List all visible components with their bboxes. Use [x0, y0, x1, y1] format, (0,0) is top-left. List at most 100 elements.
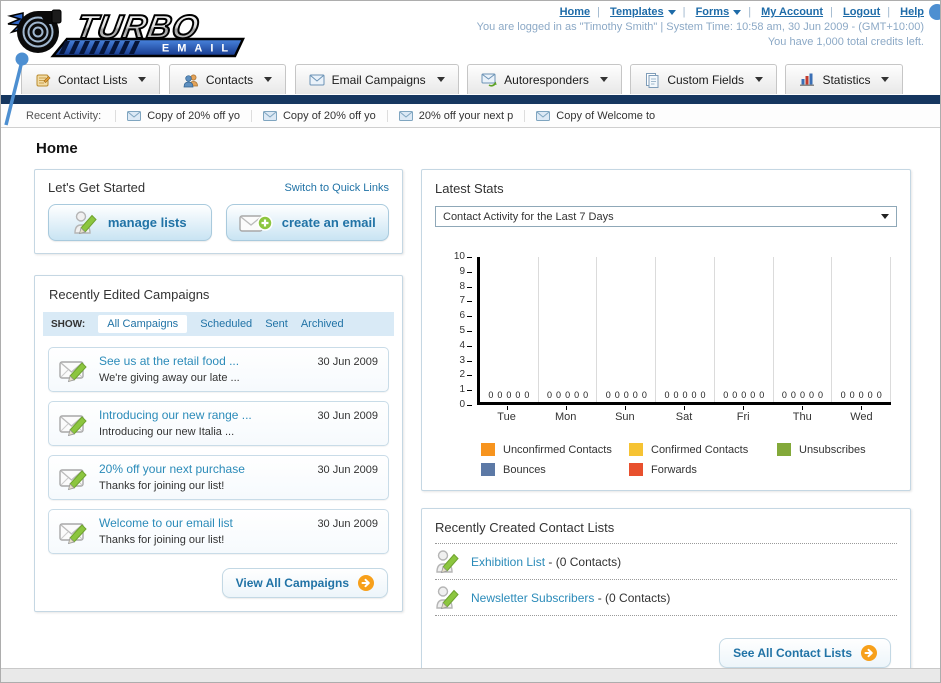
campaigns-filter-bar: SHOW: All Campaigns Scheduled Sent Archi… [43, 312, 394, 336]
campaign-title-link[interactable]: See us at the retail food ... [99, 354, 239, 368]
latest-stats-panel: Latest Stats Contact Activity for the La… [421, 169, 911, 491]
create-email-label: create an email [281, 215, 376, 230]
person-pencil-icon [435, 549, 461, 574]
nav-home-link[interactable]: Home [560, 6, 591, 18]
credits-text: You have 1,000 total credits left. [767, 36, 924, 48]
recent-activity-text: Copy of 20% off yo [147, 109, 240, 122]
recent-activity-item[interactable]: Copy of 20% off yo [115, 109, 251, 122]
get-started-panel: Let's Get Started Switch to Quick Links … [34, 169, 403, 254]
footer-strip [1, 668, 940, 682]
dropdown-arrow-icon [733, 9, 742, 15]
legend-item: Unsubscribes [777, 443, 925, 456]
app-window: TURBO EMAIL Home Templates Forms My Acco… [0, 0, 941, 683]
campaign-subtitle: Introducing our new Italia ... [99, 426, 235, 438]
legend-item: Bounces [481, 463, 629, 476]
campaign-date: 30 Jun 2009 [317, 518, 378, 530]
filter-sent[interactable]: Sent [265, 318, 288, 330]
main-tab-bar: Contact Lists Contacts Email Campaigns A… [1, 64, 940, 95]
campaign-row[interactable]: Welcome to our email list Thanks for joi… [48, 509, 389, 554]
nav-help-link[interactable]: Help [900, 6, 924, 18]
statistics-icon [799, 72, 815, 87]
see-all-contact-lists-button[interactable]: See All Contact Lists [719, 638, 891, 668]
campaign-date: 30 Jun 2009 [317, 464, 378, 476]
see-all-contact-lists-label: See All Contact Lists [733, 646, 852, 660]
get-started-title: Let's Get Started [48, 180, 146, 195]
campaigns-title: Recently Edited Campaigns [49, 287, 210, 302]
campaign-row[interactable]: Introducing our new range ... Introducin… [48, 401, 389, 446]
dropdown-arrow-icon [138, 77, 147, 82]
chart-day-group: 00000 [774, 257, 833, 402]
tab-autoresponders[interactable]: Autoresponders [467, 64, 622, 94]
create-email-button[interactable]: create an email [225, 204, 389, 241]
campaign-subtitle: Thanks for joining our list! [99, 534, 225, 546]
nav-forms-link[interactable]: Forms [696, 6, 730, 18]
nav-my-account-link[interactable]: My Account [761, 6, 823, 18]
envelope-pencil-icon [59, 519, 89, 545]
view-all-campaigns-label: View All Campaigns [235, 576, 349, 590]
switch-to-quick-links[interactable]: Switch to Quick Links [284, 182, 389, 194]
campaign-title-link[interactable]: 20% off your next purchase [99, 462, 245, 476]
chart-day-group: 00000 [715, 257, 774, 402]
navy-divider-bar [1, 95, 940, 104]
latest-stats-title: Latest Stats [435, 181, 504, 196]
campaign-date: 30 Jun 2009 [317, 410, 378, 422]
custom-fields-icon [644, 72, 660, 88]
filter-archived[interactable]: Archived [301, 318, 344, 330]
chart-day-group: 00000 [656, 257, 715, 402]
stats-period-select[interactable]: Contact Activity for the Last 7 Days [435, 206, 897, 227]
view-all-campaigns-button[interactable]: View All Campaigns [221, 568, 388, 598]
person-pencil-icon [435, 585, 461, 610]
envelope-icon [398, 110, 413, 121]
contact-lists-icon [35, 72, 51, 88]
filter-scheduled[interactable]: Scheduled [200, 318, 252, 330]
nav-logout-link[interactable]: Logout [843, 6, 880, 18]
envelope-icon [262, 110, 277, 121]
filter-all-campaigns[interactable]: All Campaigns [98, 315, 188, 333]
tab-contact-lists[interactable]: Contact Lists [21, 64, 161, 94]
chart-y-ticks: 0 1 2 3 4 5 6 7 8 9 10 [453, 251, 473, 410]
tab-label: Custom Fields [667, 72, 745, 87]
chart-x-tick-label: Mon [536, 406, 595, 423]
contact-list-row[interactable]: Exhibition List - (0 Contacts) [435, 544, 897, 580]
recent-activity-label: Recent Activity: [26, 109, 102, 122]
tab-custom-fields[interactable]: Custom Fields [630, 64, 778, 94]
nav-templates-link[interactable]: Templates [610, 6, 664, 18]
chart-day-group: 00000 [480, 257, 539, 402]
recent-activity-item[interactable]: Copy of 20% off yo [250, 109, 387, 122]
header: TURBO EMAIL Home Templates Forms My Acco… [1, 1, 940, 64]
tab-label: Contacts [205, 72, 254, 87]
campaign-title-link[interactable]: Welcome to our email list [99, 516, 233, 530]
contact-activity-chart: 0 1 2 3 4 5 6 7 8 9 10 000000000000000000000000000… [454, 252, 892, 476]
campaign-row[interactable]: 20% off your next purchase Thanks for jo… [48, 455, 389, 500]
envelope-icon [536, 110, 551, 121]
contact-list-link[interactable]: Exhibition List [471, 555, 545, 569]
content-columns: Let's Get Started Switch to Quick Links … [1, 169, 940, 682]
manage-lists-button[interactable]: manage lists [48, 204, 212, 241]
recent-activity-item[interactable]: 20% off your next p [386, 109, 525, 122]
dropdown-arrow-icon [881, 77, 890, 82]
envelope-pencil-icon [59, 357, 89, 383]
tab-label: Contact Lists [58, 72, 128, 87]
envelope-pencil-icon [59, 465, 89, 491]
dropdown-arrow-icon [881, 214, 889, 219]
tab-label: Email Campaigns [331, 72, 426, 87]
recent-activity-item[interactable]: Copy of Welcome to [524, 109, 666, 122]
tab-email-campaigns[interactable]: Email Campaigns [294, 64, 459, 94]
tab-statistics[interactable]: Statistics [785, 64, 904, 94]
person-pencil-icon [73, 210, 99, 235]
chart-plot: 00000000000000000000000000000000000 [477, 257, 892, 405]
campaign-row[interactable]: See us at the retail food ... We're givi… [48, 347, 389, 392]
tab-contacts[interactable]: Contacts [168, 64, 287, 94]
dropdown-arrow-icon [667, 9, 676, 15]
contacts-icon [183, 72, 199, 88]
contact-list-row[interactable]: Newsletter Subscribers - (0 Contacts) [435, 580, 897, 616]
contact-list-link[interactable]: Newsletter Subscribers [471, 591, 594, 605]
tab-label: Autoresponders [504, 72, 589, 87]
dropdown-arrow-icon [755, 77, 764, 82]
envelope-pencil-icon [59, 411, 89, 437]
chart-x-tick-label: Fri [714, 406, 773, 423]
logo-subtitle-text: EMAIL [162, 43, 236, 55]
chart-x-labels: Tue Mon Sun Sat Fri Thu Wed [477, 406, 891, 423]
right-column: Latest Stats Contact Activity for the La… [421, 169, 911, 682]
campaign-title-link[interactable]: Introducing our new range ... [99, 408, 252, 422]
